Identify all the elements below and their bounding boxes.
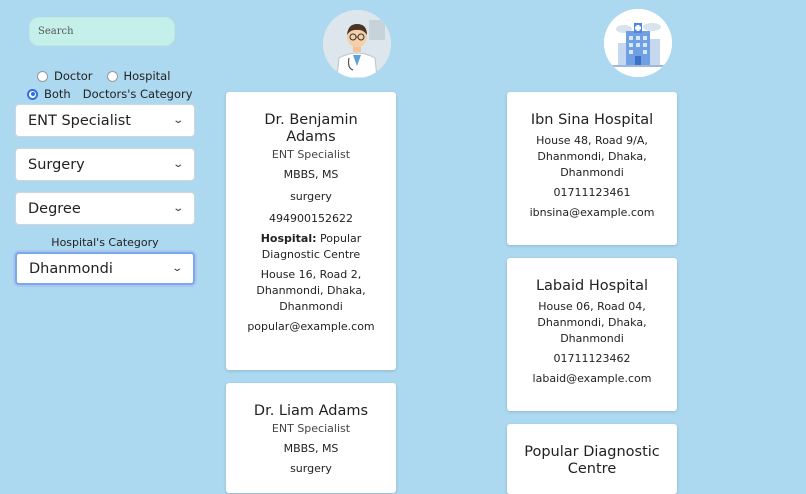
hospital-name: Labaid Hospital (535, 278, 649, 294)
degree-select-value: Degree (28, 200, 81, 217)
type-radio-group-top: Doctor Hospital (37, 69, 184, 83)
doctor-degree: MBBS, MS (283, 442, 339, 455)
doctor-treatment: surgery (290, 462, 332, 475)
doctor-hospital: Hospital: Popular Diagnostic Centre (240, 231, 382, 263)
both-radio[interactable] (27, 88, 38, 100)
hospital-address: House 06, Road 04, Dhanmondi, Dhaka, Dha… (537, 300, 647, 345)
doctor-specialty: ENT Specialist (271, 148, 351, 161)
hospital-card[interactable]: Ibn Sina Hospital House 48, Road 9/A, Dh… (507, 92, 677, 245)
treatment-select[interactable]: Surgery ⌄ (15, 148, 195, 181)
doctor-radio[interactable] (37, 70, 48, 82)
hospital-email[interactable]: labaid@example.com (521, 371, 663, 387)
hospital-email[interactable]: ibnsina@example.com (521, 205, 663, 221)
hospital-card[interactable]: Popular Diagnostic Centre (507, 424, 677, 494)
hospital-card[interactable]: Labaid Hospital House 06, Road 04, Dhanm… (507, 258, 677, 411)
chevron-down-icon: ⌄ (171, 203, 184, 214)
treatment-select-value: Surgery (28, 156, 85, 173)
area-select[interactable]: Dhanmondi ⌄ (15, 252, 195, 285)
specialist-select-value: ENT Specialist (28, 112, 131, 129)
hospital-address: House 48, Road 9/A, Dhanmondi, Dhaka, Dh… (536, 134, 648, 179)
doctors-category-label: Doctors's Category (82, 87, 193, 101)
doctor-avatar-icon (323, 10, 391, 78)
hospital-radio[interactable] (106, 70, 118, 82)
chevron-down-icon: ⌄ (171, 115, 184, 126)
hospital-category-label: Hospital's Category (51, 236, 159, 249)
specialist-select[interactable]: ENT Specialist ⌄ (15, 104, 195, 137)
hospital-name: Ibn Sina Hospital (530, 112, 654, 128)
chevron-down-icon: ⌄ (171, 159, 184, 170)
both-radio-label[interactable]: Both (44, 87, 71, 101)
doctor-name: Dr. Benjamin Adams (264, 112, 358, 145)
doctor-card[interactable]: Dr. Benjamin Adams ENT Specialist MBBS, … (226, 92, 396, 370)
doctor-address: House 16, Road 2, Dhanmondi, Dhaka, Dhan… (256, 268, 366, 313)
degree-select[interactable]: Degree ⌄ (15, 192, 195, 225)
doctor-radio-label[interactable]: Doctor (54, 69, 93, 83)
doctor-specialty: ENT Specialist (271, 422, 351, 435)
hospital-building-icon (604, 9, 672, 77)
hospital-phone: 01711123462 (553, 352, 631, 365)
doctor-name: Dr. Liam Adams (253, 403, 369, 419)
doctor-phone: 494900152622 (269, 212, 353, 225)
doctor-degree: MBBS, MS (283, 168, 339, 181)
doctor-email[interactable]: popular@example.com (240, 319, 382, 335)
type-radio-group-bottom: Both Doctors's Category (27, 87, 193, 101)
hospital-name: Popular Diagnostic Centre (524, 444, 660, 477)
hospital-phone: 01711123461 (553, 186, 631, 199)
chevron-down-icon: ⌄ (170, 263, 183, 274)
hospital-radio-label[interactable]: Hospital (124, 69, 171, 83)
area-select-value: Dhanmondi (29, 260, 113, 277)
doctor-hospital-label: Hospital: (260, 232, 317, 245)
doctor-treatment: surgery (290, 190, 332, 203)
search-input[interactable] (29, 17, 175, 46)
